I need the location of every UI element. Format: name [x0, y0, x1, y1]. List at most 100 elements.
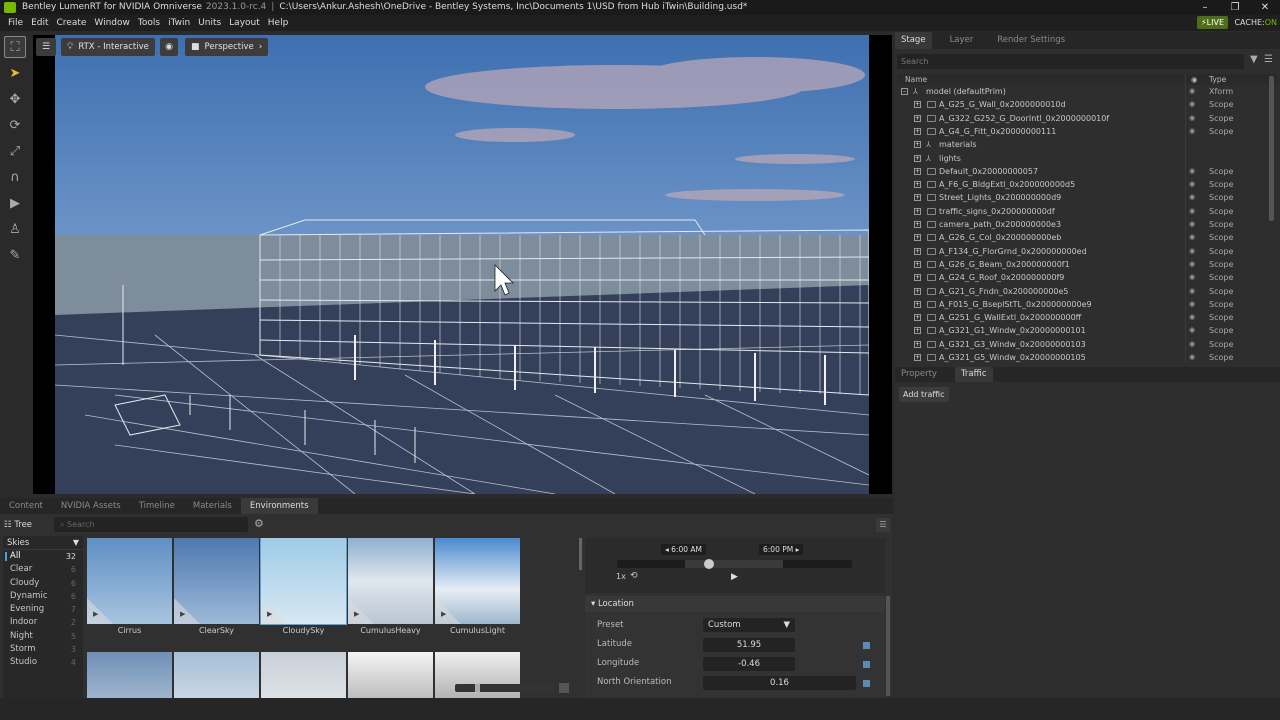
tab-nvidia-assets[interactable]: NVIDIA Assets [52, 498, 130, 514]
thumbnail-sky-row2-1[interactable] [87, 652, 172, 698]
tab-traffic[interactable]: Traffic [954, 367, 993, 382]
stage-row[interactable]: + A_G322_G252_G_DoorIntl_0x2000000010f ◉ Sc… [897, 112, 1267, 125]
stage-row[interactable]: + Street_Lights_0x200000000d9 ◉ Scope [897, 191, 1267, 204]
menu-window[interactable]: Window [94, 18, 130, 28]
move-tool-icon[interactable]: ✥ [4, 88, 26, 110]
paint-tool-icon[interactable]: ✎ [4, 244, 26, 266]
menu-help[interactable]: Help [268, 18, 289, 28]
scene-render[interactable] [55, 35, 869, 494]
thumbnail-sky-row2-2[interactable] [174, 652, 259, 698]
tree-toggle-button[interactable]: ☷ Tree [4, 518, 32, 532]
camera-button[interactable]: ■ Perspective › [185, 38, 269, 56]
thumbnail-size-slider-handle[interactable] [475, 684, 480, 692]
playback-speed[interactable]: 1x [616, 572, 626, 581]
tab-render-settings[interactable]: Render Settings [991, 32, 1071, 49]
category-night[interactable]: Night 5 [3, 630, 83, 643]
column-name[interactable]: Name [905, 74, 927, 85]
tab-property[interactable]: Property [895, 367, 943, 382]
expand-icon[interactable]: + [914, 167, 921, 175]
tab-content[interactable]: Content [0, 498, 52, 514]
expand-icon[interactable]: + [914, 340, 921, 348]
collapse-icon[interactable]: – [901, 88, 908, 95]
thumbnail-studio-row2-4[interactable] [348, 652, 433, 698]
visibility-eye-icon[interactable]: ◉ [1189, 338, 1195, 351]
play-tool-icon[interactable]: ▶ [4, 192, 26, 214]
frame-tool-icon[interactable]: ⛶ [4, 36, 26, 58]
menu-itwin[interactable]: iTwin [168, 18, 190, 28]
visibility-eye-icon[interactable]: ◉ [1189, 191, 1195, 204]
column-type[interactable]: Type [1209, 74, 1226, 85]
loop-icon[interactable]: ⟲ [630, 571, 638, 581]
category-indoor[interactable]: Indoor 2 [3, 616, 83, 629]
stage-row[interactable]: + A_F134_G_FlorGrnd_0x200000000ed ◉ Scope [897, 245, 1267, 258]
visibility-eye-icon[interactable]: ◉ [1189, 271, 1195, 284]
expand-icon[interactable]: + [914, 207, 921, 215]
stage-row[interactable]: + Default_0x20000000057 ◉ Scope [897, 165, 1267, 178]
viewport-settings-button[interactable]: ☰ [36, 38, 56, 56]
visibility-eye-icon[interactable]: ◉ [1189, 285, 1195, 298]
thumbnail-cirrus[interactable]: ▶ [87, 538, 172, 624]
expand-icon[interactable]: + [914, 327, 921, 335]
stage-search-input[interactable]: Search [897, 54, 1244, 69]
expand-icon[interactable]: + [914, 274, 921, 282]
location-scrollbar[interactable] [886, 596, 890, 696]
stage-row[interactable]: + A_G321_G5_Windw_0x20000000105 ◉ Scope [897, 351, 1267, 363]
thumbnail-cloudysky[interactable]: ▶ [260, 538, 347, 625]
expand-icon[interactable]: + [914, 260, 921, 268]
expand-icon[interactable]: + [914, 354, 921, 361]
visibility-eye-icon[interactable]: ◉ [1189, 258, 1195, 271]
expand-icon[interactable]: + [914, 127, 921, 135]
stage-row[interactable]: + A_G251_G_WallExtl_0x200000000ff ◉ Scope [897, 311, 1267, 324]
menu-units[interactable]: Units [198, 18, 221, 28]
expand-icon[interactable]: + [914, 101, 921, 109]
visibility-eye-icon[interactable]: ◉ [1189, 125, 1195, 138]
stage-row[interactable]: + A_G26_G_Col_0x200000000eb ◉ Scope [897, 231, 1267, 244]
tab-layer[interactable]: Layer [944, 32, 980, 49]
visibility-button[interactable]: ◉ [160, 38, 178, 56]
visibility-eye-icon[interactable]: ◉ [1189, 178, 1195, 191]
stage-row[interactable]: + traffic_signs_0x200000000df ◉ Scope [897, 205, 1267, 218]
thumbnail-studio-row2-3[interactable] [261, 652, 346, 698]
thumbnail-cumulusheavy[interactable]: ▶ [348, 538, 433, 624]
stage-row[interactable]: + A_G21_G_Fndn_0x200000000e5 ◉ Scope [897, 285, 1267, 298]
scale-tool-icon[interactable]: ⤢ [4, 140, 26, 162]
thumbnail-size-slider[interactable] [455, 684, 555, 692]
stage-row[interactable]: + A_F6_G_BldgExtl_0x200000000d5 ◉ Scope [897, 178, 1267, 191]
visibility-eye-icon[interactable]: ◉ [1189, 205, 1195, 218]
restore-button[interactable]: ❐ [1220, 0, 1250, 15]
visibility-eye-icon[interactable]: ◉ [1189, 298, 1195, 311]
stage-row[interactable]: + ⅄ lights [897, 152, 1267, 165]
expand-icon[interactable]: + [914, 287, 921, 295]
time-slider[interactable] [617, 559, 852, 569]
category-dynamic[interactable]: Dynamic 6 [3, 590, 83, 603]
minimize-button[interactable]: – [1190, 0, 1220, 15]
hamburger-menu-icon[interactable]: ☰ [876, 518, 890, 532]
visibility-eye-icon[interactable]: ◉ [1189, 245, 1195, 258]
expand-icon[interactable]: + [914, 154, 921, 162]
expand-icon[interactable]: + [914, 247, 921, 255]
expand-icon[interactable]: + [914, 314, 921, 322]
expand-icon[interactable]: + [914, 181, 921, 189]
expand-icon[interactable]: + [914, 300, 921, 308]
expand-icon[interactable]: + [914, 114, 921, 122]
stage-row[interactable]: + A_G4_G_Fitt_0x20000000111 ◉ Scope [897, 125, 1267, 138]
category-dropdown[interactable]: Skies ▼ [3, 536, 83, 550]
category-all[interactable]: All 32 [3, 550, 83, 563]
north-orientation-field[interactable]: 0.16 [703, 676, 856, 690]
stage-scrollbar[interactable] [1269, 76, 1274, 221]
live-button[interactable]: ⚡LIVE [1197, 16, 1228, 29]
visibility-eye-icon[interactable]: ◉ [1189, 98, 1195, 111]
time-slider-knob[interactable] [703, 559, 714, 569]
menu-file[interactable]: File [8, 18, 23, 28]
menu-layout[interactable]: Layout [229, 18, 260, 28]
stage-row[interactable]: + ⅄ materials [897, 138, 1267, 151]
viewport[interactable]: ☰ 💡︎ RTX - Interactive ◉ ■ Perspective › [33, 35, 892, 494]
filter-icon[interactable]: ▼ [1250, 54, 1258, 65]
column-visibility-eye-icon[interactable]: ◉ [1191, 74, 1198, 85]
visibility-eye-icon[interactable]: ◉ [1189, 165, 1195, 178]
expand-icon[interactable]: + [914, 141, 921, 149]
thumbnail-clearsky[interactable]: ▶ [174, 538, 259, 624]
stage-row[interactable]: + A_G25_G_Wall_0x2000000010d ◉ Scope [897, 98, 1267, 111]
location-header[interactable]: ▾ Location [585, 596, 885, 612]
list-options-icon[interactable]: ☰ [1264, 54, 1273, 65]
